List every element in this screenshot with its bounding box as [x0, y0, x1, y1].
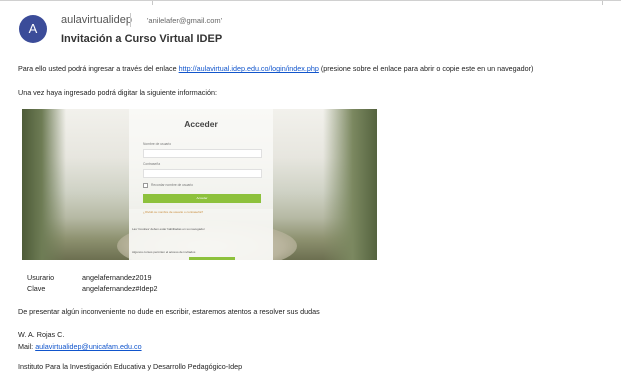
divider-tick: [152, 1, 153, 5]
login-title: Acceder: [184, 119, 218, 129]
login-link[interactable]: http://aulavirtual.idep.edu.co/login/ind…: [179, 64, 319, 73]
info-line: Una vez haya ingresado podrá digitar la …: [18, 88, 217, 97]
password-credential-label: Clave: [27, 284, 46, 293]
guest-notice: Algunos cursos permiten el acceso de inv…: [132, 250, 196, 254]
institute-name: Instituto Para la Investigación Educativ…: [18, 362, 243, 371]
background-trees-left: [22, 109, 66, 260]
guest-button: [189, 257, 235, 260]
remember-label: Recordar nombre de usuario: [151, 183, 193, 187]
password-credential-value: angelafernandez#Idep2: [82, 284, 158, 293]
username-field: [143, 149, 262, 158]
mail-label: Mail:: [18, 342, 36, 351]
signature-name: W. A. Rojas C.: [18, 330, 65, 339]
header-separator: [130, 13, 131, 27]
signature-mail-line: Mail: aulavirtualidep@unicafam.edu.co: [18, 342, 142, 351]
instruction-hint: (presione sobre el enlace para abrir o c…: [318, 64, 534, 73]
remember-checkbox: [143, 183, 148, 188]
login-button: Acceder: [143, 194, 261, 203]
email-subject: Invitación a Curso Virtual IDEP: [61, 33, 223, 45]
username-credential-value: angelafernandez2019: [82, 273, 152, 282]
cookies-notice: Las 'Cookies' deben estar habilitadas en…: [132, 227, 205, 231]
mail-link[interactable]: aulavirtualidep@unicafam.edu.co: [35, 342, 141, 351]
username-label: Nombre de usuario: [143, 142, 172, 146]
login-screenshot-image: Acceder Nombre de usuario Contraseña Rec…: [22, 109, 377, 260]
instruction-text: Para ello usted podrá ingresar a través …: [18, 64, 179, 73]
divider-tick: [602, 1, 603, 5]
password-label: Contraseña: [143, 162, 161, 166]
background-trees-right: [323, 109, 377, 260]
top-border: [0, 0, 621, 6]
forgot-password-link: ¿Olvidó su nombre de usuario o contraseñ…: [143, 210, 204, 214]
instruction-line: Para ello usted podrá ingresar a través …: [18, 64, 533, 73]
login-panel: Acceder Nombre de usuario Contraseña Rec…: [129, 109, 273, 260]
sender-avatar[interactable]: A: [19, 15, 47, 43]
password-field: [143, 169, 262, 178]
username-credential-label: Usurario: [27, 273, 55, 282]
recipient-email: 'anilelafer@gmail.com': [147, 16, 223, 25]
support-line: De presentar algún inconveniente no dude…: [18, 307, 320, 316]
sender-name[interactable]: aulavirtualidep: [61, 14, 132, 26]
